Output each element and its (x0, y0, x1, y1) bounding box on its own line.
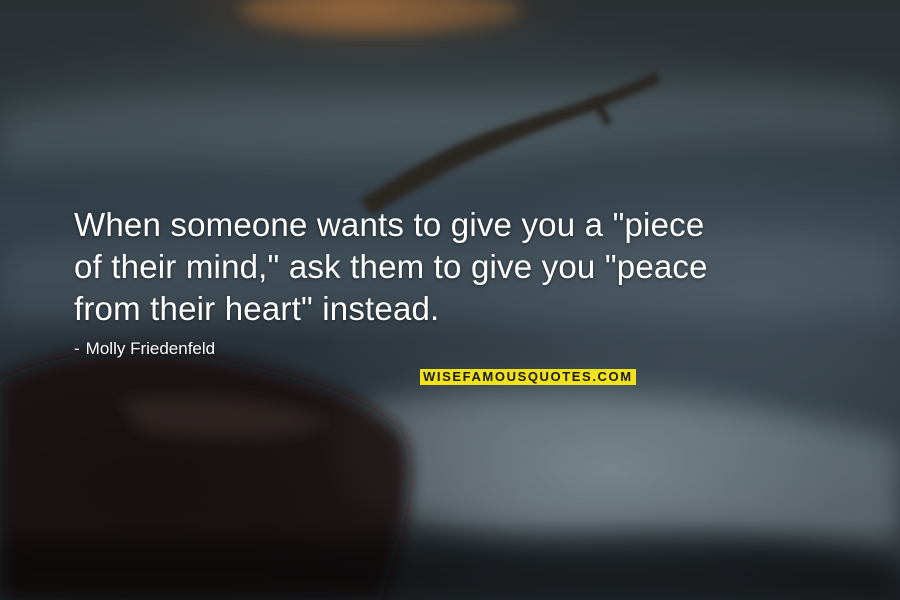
quote-line-1: When someone wants to give you a "piece (74, 206, 705, 243)
quote-line-3: from their heart" instead. (74, 290, 440, 327)
watermark-text: WISEFAMOUSQUOTES.COM (423, 369, 633, 384)
background-photo: When someone wants to give you a "piece … (0, 0, 900, 600)
bottom-shadow (0, 540, 900, 600)
watermark-logo: WISEFAMOUSQUOTES.COM (420, 369, 636, 385)
wave-band-3 (330, 391, 900, 560)
horizon-glow (240, 0, 520, 32)
quote-line-2: of their mind," ask them to give you "pe… (74, 248, 708, 285)
quote-text: When someone wants to give you a "piece … (74, 204, 844, 330)
quote-block: When someone wants to give you a "piece … (74, 204, 844, 330)
author-attribution: - Molly Friedenfeld (74, 339, 215, 359)
author-dash: - (74, 339, 80, 358)
author-name: Molly Friedenfeld (85, 339, 216, 358)
